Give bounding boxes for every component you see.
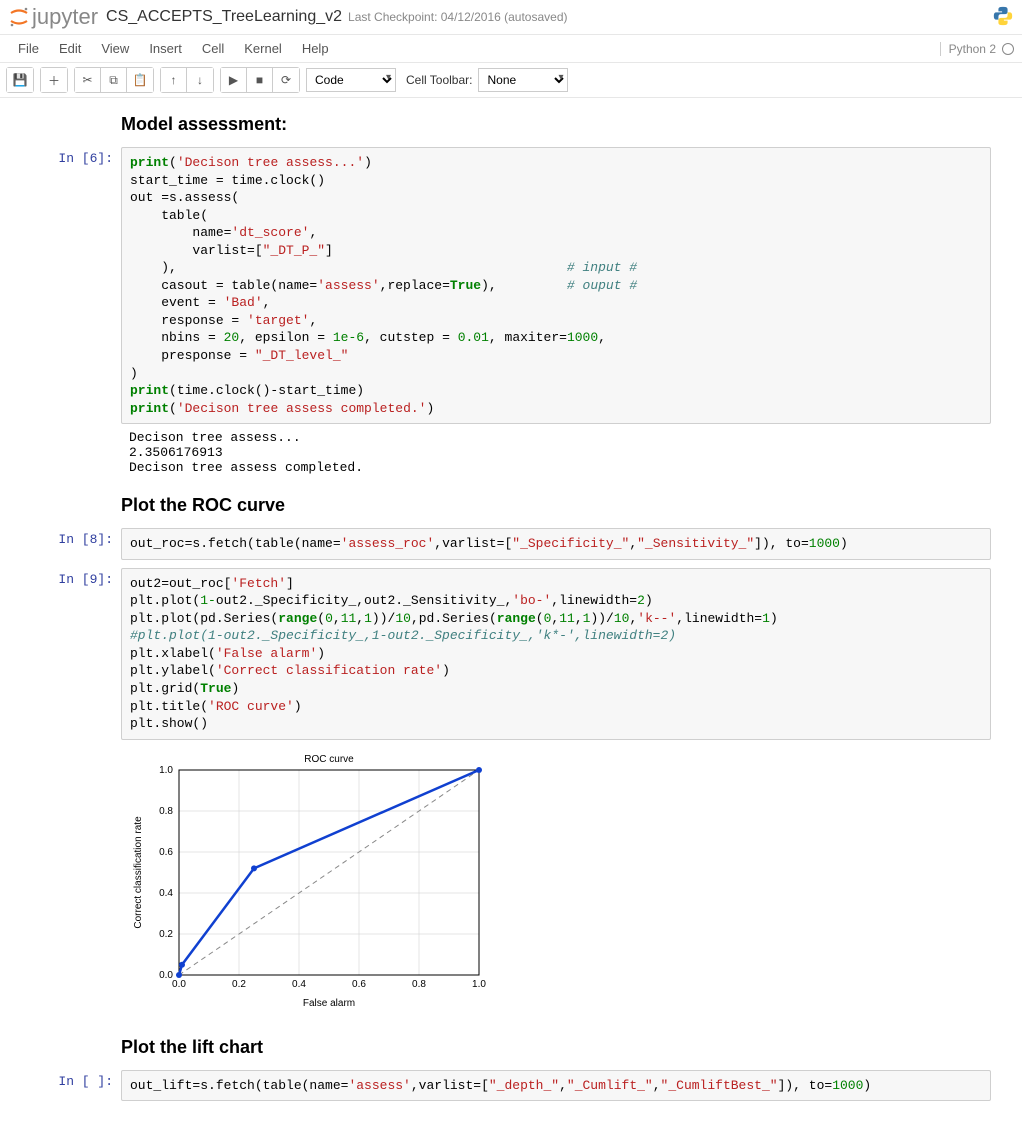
svg-text:0.2: 0.2	[232, 979, 246, 990]
menu-view[interactable]: View	[91, 37, 139, 60]
code-input-9[interactable]: out2=out_roc['Fetch'] plt.plot(1-out2._S…	[121, 568, 991, 740]
menu-kernel[interactable]: Kernel	[234, 37, 292, 60]
code-cell-lift[interactable]: In [ ]: out_lift=s.fetch(table(name='ass…	[31, 1068, 991, 1104]
code-cell-6[interactable]: In [6]: print('Decison tree assess...') …	[31, 145, 991, 483]
svg-text:False alarm: False alarm	[303, 998, 355, 1009]
code-input-6[interactable]: print('Decison tree assess...') start_ti…	[121, 147, 991, 424]
svg-text:0.8: 0.8	[412, 979, 426, 990]
menu-edit[interactable]: Edit	[49, 37, 91, 60]
output-chart-9: 0.0 0.2 0.4 0.6 0.8 1.0 0.0 0.2 0.4 0.6 0.8 1.0 Fals…	[121, 740, 991, 1023]
svg-text:ROC curve: ROC curve	[304, 754, 354, 765]
copy-button[interactable]: ⧉	[101, 68, 127, 92]
cell-toolbar-select[interactable]: None	[478, 68, 568, 92]
svg-text:0.6: 0.6	[159, 847, 173, 858]
code-cell-9[interactable]: In [9]: out2=out_roc['Fetch'] plt.plot(1…	[31, 566, 991, 1025]
menu-cell[interactable]: Cell	[192, 37, 234, 60]
cell-type-select[interactable]: Code	[306, 68, 396, 92]
notebook-name[interactable]: CS_ACCEPTS_TreeLearning_v2	[106, 8, 342, 26]
heading-plot-lift: Plot the lift chart	[31, 1029, 991, 1064]
toolbar: 💾 ＋ ✂ ⧉ 📋 ↑ ↓ ▶ ■ ⟳ Code Cell Toolbar: N…	[0, 63, 1022, 98]
svg-text:0.4: 0.4	[159, 888, 173, 899]
code-input-lift[interactable]: out_lift=s.fetch(table(name='assess',var…	[121, 1070, 991, 1102]
kernel-name: Python 2	[949, 42, 996, 56]
header: jupyter CS_ACCEPTS_TreeLearning_v2 Last …	[0, 0, 1022, 35]
svg-text:0.4: 0.4	[292, 979, 306, 990]
svg-text:0.2: 0.2	[159, 929, 173, 940]
paste-button[interactable]: 📋	[127, 68, 153, 92]
run-button[interactable]: ▶	[221, 68, 247, 92]
cell-toolbar-label: Cell Toolbar:	[406, 73, 472, 87]
restart-button[interactable]: ⟳	[273, 68, 299, 92]
kernel-idle-icon	[1002, 43, 1014, 55]
prompt-empty: In [ ]:	[31, 1070, 121, 1102]
heading-plot-roc: Plot the ROC curve	[31, 487, 991, 522]
svg-text:0.8: 0.8	[159, 806, 173, 817]
prompt-8: In [8]:	[31, 528, 121, 560]
prompt-6: In [6]:	[31, 147, 121, 481]
output-6: Decison tree assess... 2.3506176913 Deci…	[121, 424, 991, 481]
svg-text:0.6: 0.6	[352, 979, 366, 990]
move-up-button[interactable]: ↑	[161, 68, 187, 92]
svg-text:0.0: 0.0	[172, 979, 186, 990]
jupyter-icon	[8, 6, 30, 28]
menu-help[interactable]: Help	[292, 37, 339, 60]
menubar: File Edit View Insert Cell Kernel Help P…	[0, 35, 1022, 63]
svg-text:Correct classification rate: Correct classification rate	[133, 816, 144, 929]
menu-insert[interactable]: Insert	[139, 37, 192, 60]
svg-text:0.0: 0.0	[159, 970, 173, 981]
cut-button[interactable]: ✂	[75, 68, 101, 92]
markdown-cell[interactable]: Plot the lift chart	[31, 1029, 991, 1064]
heading-model-assessment: Model assessment:	[31, 106, 991, 141]
notebook-container: Model assessment: In [6]: print('Decison…	[31, 98, 991, 1147]
save-button[interactable]: 💾	[7, 68, 33, 92]
prompt-9: In [9]:	[31, 568, 121, 1023]
move-down-button[interactable]: ↓	[187, 68, 213, 92]
markdown-cell[interactable]: Model assessment:	[31, 106, 991, 141]
code-cell-8[interactable]: In [8]: out_roc=s.fetch(table(name='asse…	[31, 526, 991, 562]
jupyter-logo[interactable]: jupyter	[8, 4, 98, 30]
logo-text: jupyter	[32, 4, 98, 30]
roc-chart: 0.0 0.2 0.4 0.6 0.8 1.0 0.0 0.2 0.4 0.6 0.8 1.0 Fals…	[129, 750, 489, 1010]
kernel-indicator: Python 2	[940, 42, 1014, 56]
svg-text:1.0: 1.0	[472, 979, 486, 990]
svg-text:1.0: 1.0	[159, 765, 173, 776]
markdown-cell[interactable]: Plot the ROC curve	[31, 487, 991, 522]
code-input-8[interactable]: out_roc=s.fetch(table(name='assess_roc',…	[121, 528, 991, 560]
menu-file[interactable]: File	[8, 37, 49, 60]
python-logo	[992, 5, 1014, 30]
checkpoint-text: Last Checkpoint: 04/12/2016 (autosaved)	[348, 10, 567, 24]
interrupt-button[interactable]: ■	[247, 68, 273, 92]
insert-cell-button[interactable]: ＋	[41, 68, 67, 92]
